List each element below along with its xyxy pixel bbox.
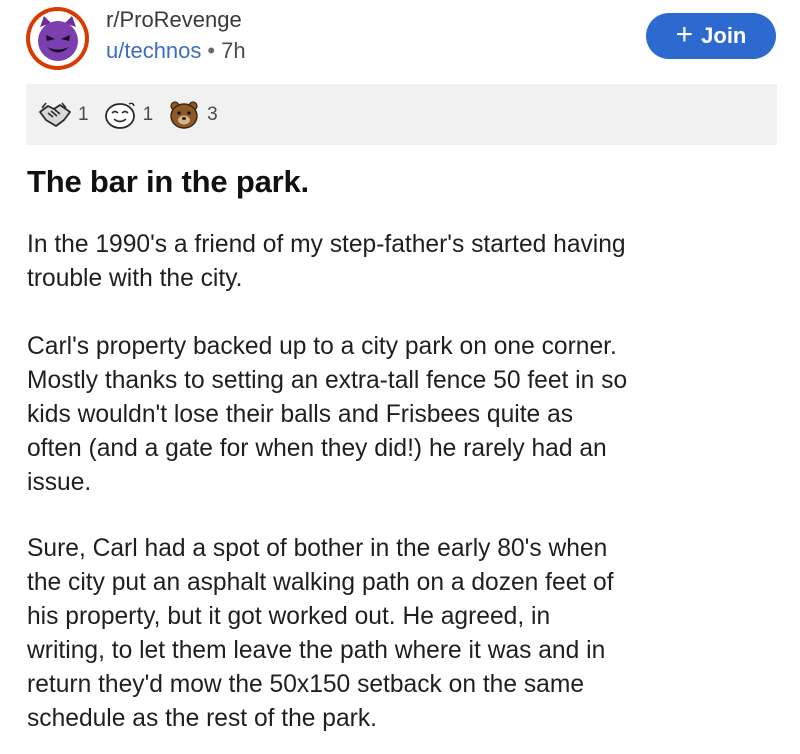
award-handshake[interactable]: 1 xyxy=(38,100,89,130)
award-count: 1 xyxy=(78,103,89,125)
wholesome-face-award-icon xyxy=(104,102,135,129)
award-count: 1 xyxy=(142,103,154,125)
subreddit-avatar[interactable] xyxy=(26,7,89,70)
meta-separator: • xyxy=(207,38,216,63)
handshake-award-icon xyxy=(39,102,71,127)
post-title: The bar in the park. xyxy=(27,164,309,199)
post-meta: u/technos • 7h xyxy=(106,38,246,64)
join-button-label: Join xyxy=(701,23,747,48)
post-paragraph: Sure, Carl had a spot of bother in the e… xyxy=(27,535,614,732)
award-wholesome[interactable]: 1 xyxy=(103,100,154,130)
post-header: r/ProRevenge u/technos • 7h + Join xyxy=(0,0,800,80)
post-paragraph: Carl's property backed up to a city park… xyxy=(27,333,628,496)
post-age: 7h xyxy=(221,38,246,63)
author-link[interactable]: u/technos xyxy=(106,38,201,63)
join-button[interactable]: + Join xyxy=(646,13,776,59)
post-paragraph: In the 1990's a friend of my step-father… xyxy=(27,231,626,292)
subreddit-name[interactable]: r/ProRevenge xyxy=(106,7,242,33)
plus-icon: + xyxy=(675,17,694,51)
awards-bar[interactable]: 1 1 3 xyxy=(26,84,777,145)
avatar-inner xyxy=(30,11,85,66)
award-count: 3 xyxy=(207,103,218,125)
bear-award-icon xyxy=(170,100,198,129)
devil-face-icon xyxy=(37,15,78,61)
award-bear[interactable]: 3 xyxy=(167,100,218,130)
